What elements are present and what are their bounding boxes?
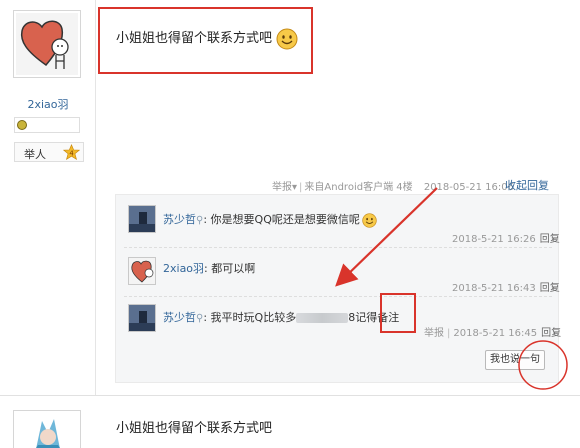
author-avatar[interactable] xyxy=(13,10,81,78)
reply-time: 2018-5-21 16:26 xyxy=(452,234,536,245)
post-divider xyxy=(0,395,580,396)
post-content: 小姐姐也得留个联系方式吧 xyxy=(116,421,273,436)
reply-avatar[interactable] xyxy=(128,304,156,332)
reply-username[interactable]: 2xiao羽 xyxy=(163,262,204,275)
reply-meta: 举报 | 2018-5-21 16:45 回复 xyxy=(424,328,562,339)
post-time: 2018-05-21 16:06 xyxy=(423,182,514,193)
reply-meta: 2018-5-21 16:43 回复 xyxy=(452,279,560,294)
redacted-number xyxy=(296,313,349,323)
annotation-highlight-note xyxy=(380,293,416,333)
author-avatar[interactable] xyxy=(13,410,81,448)
floor-number: 4楼 xyxy=(396,182,413,193)
report-link[interactable]: 举报 xyxy=(424,328,444,339)
collapse-replies-link[interactable]: 收起回复 xyxy=(505,177,549,193)
reply-text: 都可以啊 xyxy=(211,262,256,275)
reply-time: 2018-5-21 16:45 xyxy=(453,328,538,339)
report-link[interactable]: 举报 xyxy=(272,182,292,193)
reply-text-line: 苏少哲⚲: 我平时玩Q比较多 8记得备注 xyxy=(163,311,400,324)
author-column: 2xiao羽 举人 4 xyxy=(0,0,96,395)
location-pin-icon: ⚲ xyxy=(196,215,204,226)
rank-badge: 举人 4 xyxy=(14,142,84,162)
medal-icon[interactable] xyxy=(17,120,27,130)
reply-text-start: 我平时玩Q比较多 xyxy=(210,311,297,324)
location-pin-icon: ⚲ xyxy=(196,313,204,324)
add-reply-button[interactable]: 我也说一句 xyxy=(485,350,545,370)
reply-link[interactable]: 回复 xyxy=(541,328,561,339)
reply-divider xyxy=(124,296,552,297)
reply-username[interactable]: 苏少哲 xyxy=(163,213,196,226)
rank-level: 4 xyxy=(69,149,73,157)
post-meta-bar: 举报▾ | 来自Android客户端 4楼 2018-05-21 16:06 xyxy=(272,182,514,193)
reply-text-line: 苏少哲⚲: 你是想要QQ呢还是想要微信呢 xyxy=(163,211,377,228)
reply-time: 2018-5-21 16:43 xyxy=(452,283,536,294)
reply-avatar[interactable] xyxy=(128,205,156,233)
rank-label: 举人 xyxy=(24,148,46,161)
heart-avatar-icon xyxy=(16,13,78,75)
medal-box xyxy=(14,117,80,133)
dropdown-caret-icon[interactable]: ▾ xyxy=(292,182,297,193)
annotation-highlight-post xyxy=(98,7,313,74)
reply-avatar[interactable] xyxy=(128,257,156,285)
post-source: 来自Android客户端 xyxy=(304,182,394,193)
reply-meta: 2018-5-21 16:26 回复 xyxy=(452,230,560,245)
reply-text-line: 2xiao羽: 都可以啊 xyxy=(163,262,256,275)
reply-link[interactable]: 回复 xyxy=(540,283,560,294)
smiley-icon xyxy=(362,212,377,228)
reply-username[interactable]: 苏少哲 xyxy=(163,311,196,324)
reply-divider xyxy=(124,247,552,248)
reply-thread: 苏少哲⚲: 你是想要QQ呢还是想要微信呢 2018-5-21 16:26 回复 2… xyxy=(115,194,562,383)
reply-text: 你是想要QQ呢还是想要微信呢 xyxy=(210,213,360,226)
reply-link[interactable]: 回复 xyxy=(540,234,560,245)
author-name[interactable]: 2xiao羽 xyxy=(0,96,96,112)
rank-star-icon: 4 xyxy=(63,144,80,161)
